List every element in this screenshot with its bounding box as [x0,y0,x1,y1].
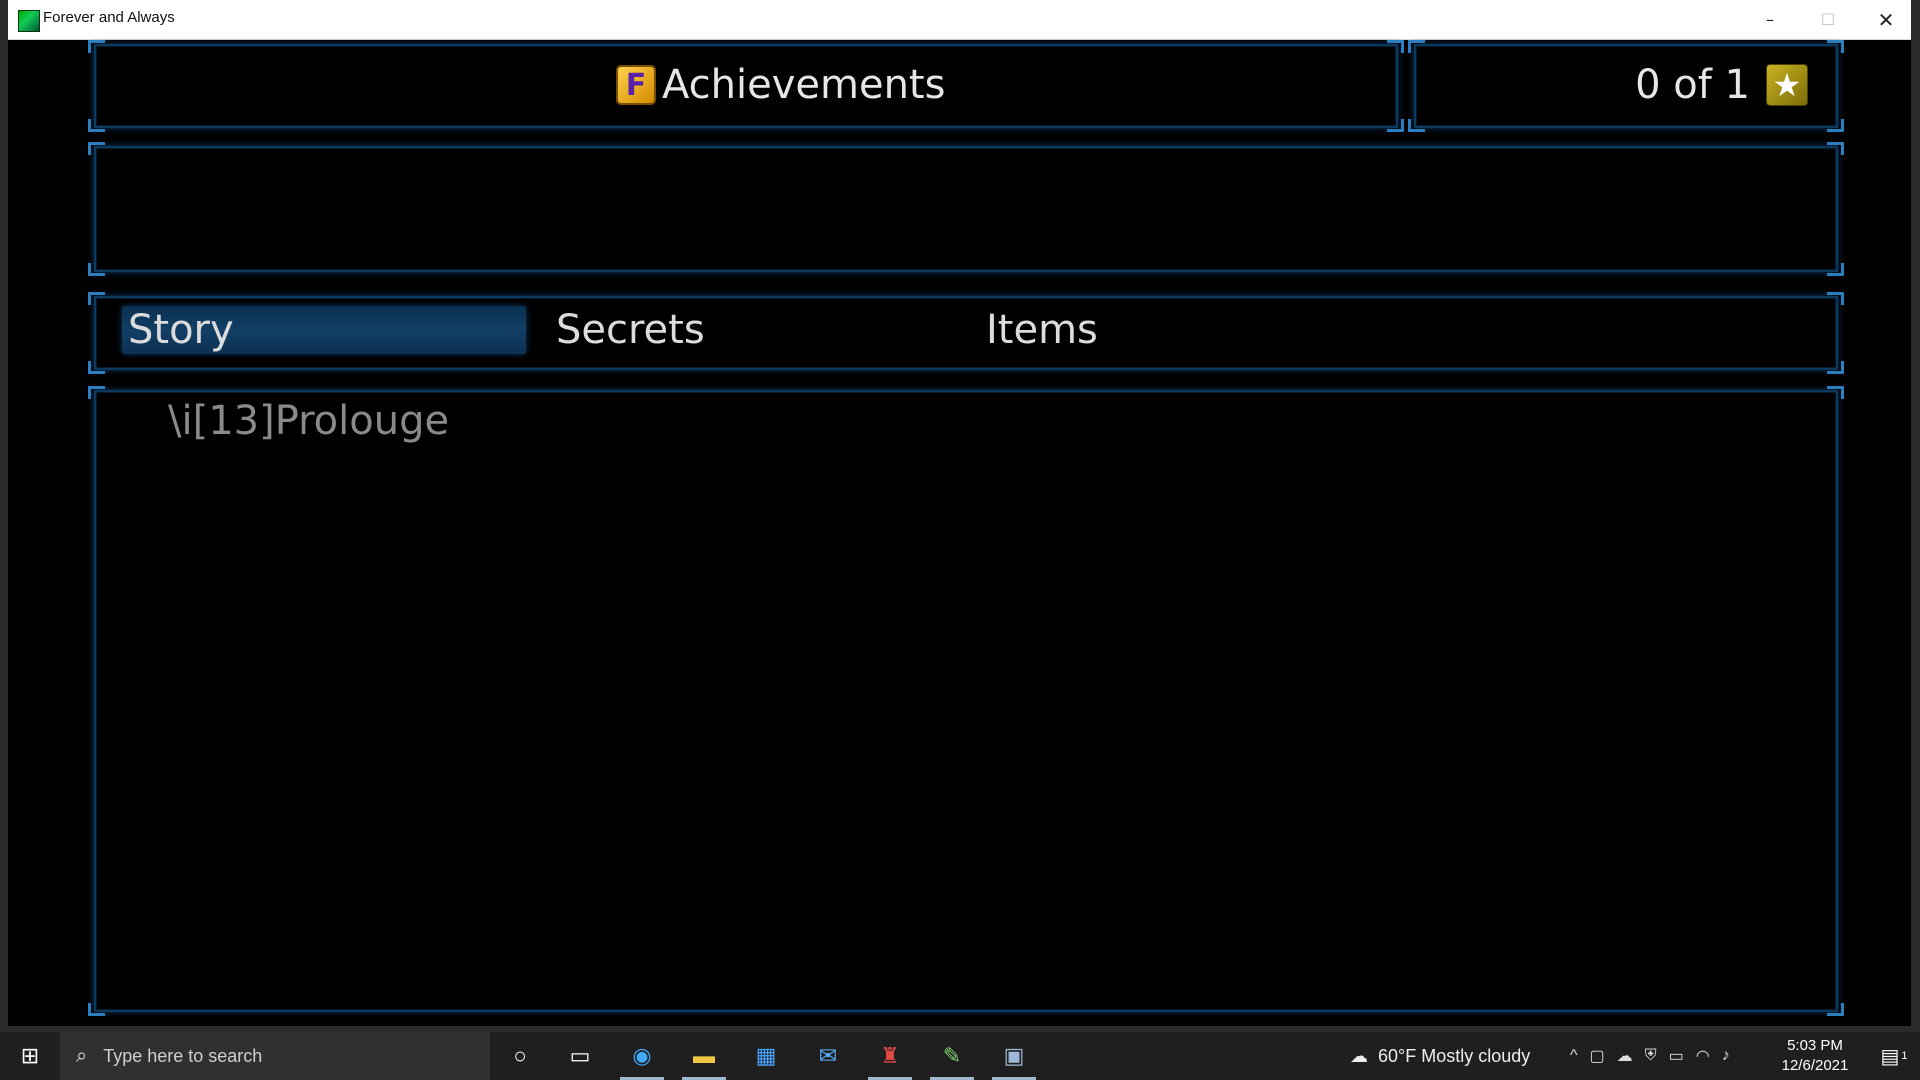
header-frame: F Achievements [88,40,1404,132]
achievement-count-frame: 0 of 1 ★ [1408,40,1844,132]
page-title: F Achievements [616,62,945,108]
close-button[interactable]: ✕ [1857,0,1915,39]
maximize-button[interactable]: ☐ [1799,0,1857,39]
editor-icon[interactable]: ✎ [924,1032,980,1080]
search-icon: ⌕ [76,1044,88,1067]
mail-icon[interactable]: ✉ [800,1032,856,1080]
minimize-button[interactable]: – [1741,0,1799,39]
count-text: 0 of 1 [1635,62,1750,108]
notification-icon: ▤ [1880,1045,1900,1068]
taskbar: ⊞ ⌕ Type here to search ○ ▭ ◉ ▬ ▦ ✉ ♜ ✎ … [0,1032,1920,1080]
task-view-icon[interactable]: ▭ [552,1032,608,1080]
f-badge-icon: F [616,65,656,105]
tab-secrets[interactable]: Secrets [556,306,705,354]
chevron-up-icon[interactable]: ^ [1570,1047,1578,1065]
description-frame [88,142,1844,276]
cortana-icon[interactable]: ○ [492,1032,548,1080]
tab-secrets-label: Secrets [556,307,705,353]
weather-text: 60°F Mostly cloudy [1378,1045,1531,1066]
file-explorer-icon[interactable]: ▬ [676,1032,732,1080]
start-button[interactable]: ⊞ [0,1032,60,1080]
tab-story[interactable]: Story [122,306,526,354]
clock-date: 12/6/2021 [1781,1057,1849,1074]
onedrive-icon[interactable]: ☁ [1617,1046,1633,1066]
cloud-icon: ☁ [1350,1045,1368,1066]
tab-items-label: Items [986,307,1098,353]
achievement-count: 0 of 1 ★ [1635,62,1808,108]
windows-icon: ⊞ [20,1043,40,1068]
game-window: Forever and Always – ☐ ✕ F Achievements … [8,0,1911,1026]
app-icon [18,10,40,32]
clock-time: 5:03 PM [1787,1037,1843,1054]
tab-story-label: Story [128,307,234,353]
search-placeholder: Type here to search [103,1045,263,1066]
title-text: Achievements [662,62,946,108]
title-bar[interactable]: Forever and Always – ☐ ✕ [8,0,1911,40]
running-app-icon[interactable]: ▣ [986,1032,1042,1080]
game-icon[interactable]: ♜ [862,1032,918,1080]
window-title: Forever and Always [43,9,175,26]
star-icon: ★ [1766,64,1808,106]
system-tray: ^ ▢ ☁ ⛨ ▭ ◠ ♪ [1570,1032,1730,1080]
edge-icon[interactable]: ◉ [614,1032,670,1080]
taskbar-search[interactable]: ⌕ Type here to search [60,1032,490,1080]
store-icon[interactable]: ▦ [738,1032,794,1080]
tab-items[interactable]: Items [986,306,1098,354]
meet-icon[interactable]: ▢ [1590,1046,1605,1066]
clock[interactable]: 5:03 PM 12/6/2021 [1770,1036,1860,1076]
list-item[interactable]: \i[13]Prolouge [168,398,449,444]
volume-icon[interactable]: ♪ [1722,1047,1730,1065]
wifi-icon[interactable]: ◠ [1696,1046,1710,1066]
battery-icon[interactable]: ▭ [1669,1046,1684,1066]
notification-center-button[interactable]: ▤ 1 [1870,1032,1918,1080]
weather-widget[interactable]: ☁ 60°F Mostly cloudy [1350,1032,1530,1080]
game-canvas: F Achievements 0 of 1 ★ Story Secrets It… [8,40,1911,1026]
notification-count: 1 [1901,1050,1908,1062]
achievement-list-frame [88,386,1844,1016]
security-icon[interactable]: ⛨ [1645,1047,1657,1065]
